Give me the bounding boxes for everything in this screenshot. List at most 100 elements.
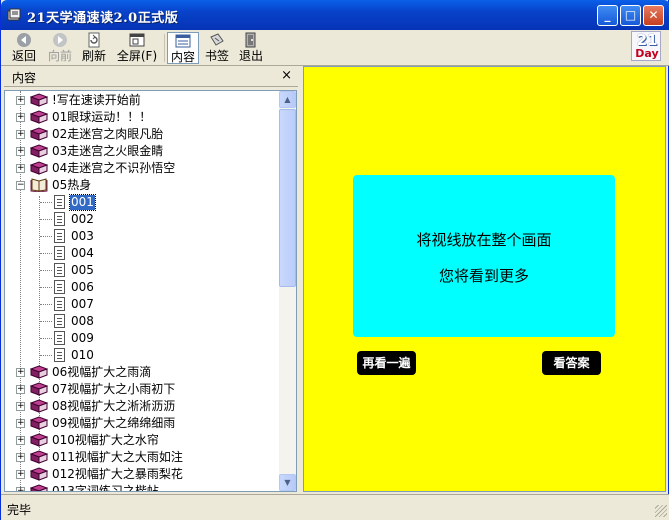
tree-leaf-label: 010 <box>71 348 94 362</box>
contents-pane-close-button[interactable]: × <box>281 68 292 83</box>
forward-arrow-icon <box>53 33 67 47</box>
bookmark-button[interactable]: 书签 <box>202 32 232 64</box>
tree-line <box>40 253 52 254</box>
expand-toggle[interactable]: + <box>16 402 25 411</box>
tree-node[interactable]: + 013字词练习之楷帖 <box>5 483 281 491</box>
expand-toggle[interactable]: + <box>16 96 25 105</box>
open-book-icon <box>30 178 48 192</box>
tree-node-expanded[interactable]: − 05热身 <box>5 177 281 194</box>
page-icon <box>54 246 65 260</box>
tree-node[interactable]: + 08视幅扩大之淅淅沥沥 <box>5 398 281 415</box>
expand-toggle[interactable]: + <box>16 164 25 173</box>
bookmark-label: 书签 <box>204 49 229 63</box>
tree-node[interactable]: + 06视幅扩大之雨滴 <box>5 364 281 381</box>
forward-label: 向前 <box>47 49 72 63</box>
back-arrow-icon <box>17 33 31 47</box>
tree-node[interactable]: + 012视幅扩大之暴雨梨花 <box>5 466 281 483</box>
back-button[interactable]: 返回 <box>7 32 41 64</box>
tree-line <box>40 321 52 322</box>
contents-label: 内容 <box>170 50 195 64</box>
minimize-button[interactable]: _ <box>597 5 618 26</box>
contents-button[interactable]: 内容 <box>167 32 199 64</box>
tree-line <box>40 270 52 271</box>
expand-toggle[interactable]: + <box>16 453 25 462</box>
show-answer-button[interactable]: 看答案 <box>542 351 601 375</box>
tree-node-label: 01眼球运动！！！ <box>52 110 152 124</box>
tree-node[interactable]: + !写在速读开始前 <box>5 92 281 109</box>
fullscreen-button[interactable]: 全屏(F) <box>113 32 161 64</box>
tree-node[interactable]: + 04走迷宫之不识孙悟空 <box>5 160 281 177</box>
book-icon <box>30 484 48 491</box>
refresh-icon <box>88 32 100 48</box>
expand-toggle[interactable]: + <box>16 385 25 394</box>
close-button[interactable]: ✕ <box>643 5 664 26</box>
tree-node[interactable]: + 011视幅扩大之大雨如注 <box>5 449 281 466</box>
tree-leaf[interactable]: 004 <box>5 245 281 262</box>
tree-node[interactable]: + 09视幅扩大之绵绵细雨 <box>5 415 281 432</box>
collapse-toggle[interactable]: − <box>16 181 25 190</box>
toolbar: 返回 向前 刷新 全屏(F) 内容 书签 退出 21 Day <box>1 30 669 66</box>
refresh-label: 刷新 <box>81 49 106 63</box>
tree-leaf[interactable]: 006 <box>5 279 281 296</box>
contents-tree[interactable]: + !写在速读开始前 + 01眼球运动！！！ + 02走迷宫之肉眼凡胎 + 03… <box>4 90 297 492</box>
logo-number: 21 <box>636 31 658 49</box>
tree-leaf[interactable]: 008 <box>5 313 281 330</box>
tree-leaf[interactable]: 009 <box>5 330 281 347</box>
expand-toggle[interactable]: + <box>16 147 25 156</box>
tree-leaf[interactable]: 002 <box>5 211 281 228</box>
title-bar[interactable]: 21天学通速读2.0正式版 _ □ ✕ <box>1 0 669 30</box>
expand-toggle[interactable]: + <box>16 113 25 122</box>
resize-grip[interactable] <box>655 505 667 517</box>
book-icon <box>30 382 48 396</box>
toolbar-separator <box>164 34 165 62</box>
tree-node[interactable]: + 07视幅扩大之小雨初下 <box>5 381 281 398</box>
tree-node[interactable]: + 01眼球运动！！！ <box>5 109 281 126</box>
instruction-line-2: 您将看到更多 <box>438 267 529 285</box>
tree-node-label: 07视幅扩大之小雨初下 <box>52 382 176 396</box>
view-again-button[interactable]: 再看一遍 <box>357 351 416 375</box>
tree-node-label: 012视幅扩大之暴雨梨花 <box>52 467 183 481</box>
tree-leaf[interactable]: 007 <box>5 296 281 313</box>
logo-word: Day <box>635 47 659 60</box>
scroll-down-button[interactable]: ▼ <box>279 474 296 491</box>
content-area: 将视线放在整个画面 您将看到更多 再看一遍 看答案 <box>303 66 666 492</box>
forward-button[interactable]: 向前 <box>43 32 77 64</box>
expand-toggle[interactable]: + <box>16 368 25 377</box>
bookmark-icon <box>210 33 224 46</box>
book-icon <box>30 450 48 464</box>
tree-line <box>40 304 52 305</box>
expand-toggle[interactable]: + <box>16 130 25 139</box>
tree-node[interactable]: + 010视幅扩大之水帘 <box>5 432 281 449</box>
tree-node-label: 011视幅扩大之大雨如注 <box>52 450 183 464</box>
tree-leaf[interactable]: 001 <box>5 194 281 211</box>
book-icon <box>30 93 48 107</box>
expand-toggle[interactable]: + <box>16 487 25 491</box>
page-icon <box>54 348 65 362</box>
tree-node-label: 03走迷宫之火眼金睛 <box>52 144 164 158</box>
scroll-up-button[interactable]: ▲ <box>279 91 296 108</box>
tree-leaf-label: 008 <box>71 314 94 328</box>
expand-toggle[interactable]: + <box>16 419 25 428</box>
scroll-thumb[interactable] <box>279 109 296 287</box>
expand-toggle[interactable]: + <box>16 436 25 445</box>
exit-button[interactable]: 退出 <box>236 32 266 64</box>
tree-leaf[interactable]: 003 <box>5 228 281 245</box>
contents-pane-header: 内容 × <box>4 67 298 87</box>
fullscreen-label: 全屏(F) <box>116 49 158 63</box>
back-label: 返回 <box>11 49 36 63</box>
exit-icon <box>245 32 256 48</box>
tree-leaf-label-selected: 001 <box>69 194 96 211</box>
refresh-button[interactable]: 刷新 <box>79 32 109 64</box>
page-icon <box>54 263 65 277</box>
tree-node[interactable]: + 03走迷宫之火眼金睛 <box>5 143 281 160</box>
tree-node-label: 05热身 <box>52 178 92 192</box>
21-day-logo: 21 Day <box>631 31 661 61</box>
tree-node[interactable]: + 02走迷宫之肉眼凡胎 <box>5 126 281 143</box>
tree-leaf-label: 004 <box>71 246 94 260</box>
expand-toggle[interactable]: + <box>16 470 25 479</box>
tree-leaf[interactable]: 005 <box>5 262 281 279</box>
maximize-button[interactable]: □ <box>620 5 641 26</box>
tree-scrollbar[interactable]: ▲ ▼ <box>279 91 296 491</box>
tree-node-label: 06视幅扩大之雨滴 <box>52 365 152 379</box>
tree-leaf[interactable]: 010 <box>5 347 281 364</box>
